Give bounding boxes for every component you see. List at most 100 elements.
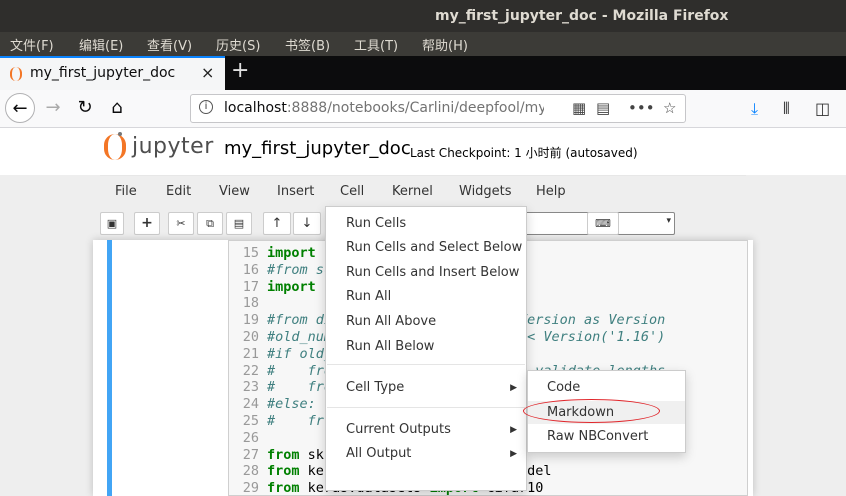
menu-item-run-all-below[interactable]: Run All Below — [346, 339, 434, 354]
nb-menu-help[interactable]: Help — [536, 184, 566, 199]
library-icon[interactable]: ⫴ — [783, 99, 790, 119]
jupyter-logo-text[interactable]: jupyter — [132, 134, 214, 159]
code-line: 21 #if old_ — [229, 346, 332, 363]
nb-menu-file[interactable]: File — [115, 184, 137, 199]
select-arrow-icon: ▾ — [666, 216, 671, 226]
sidebar-icon[interactable]: ◫ — [815, 99, 830, 118]
menu-help[interactable]: 帮助(H) — [422, 35, 468, 54]
line-number: 22 — [242, 362, 259, 379]
notebook-name[interactable]: my_first_jupyter_doc — [224, 138, 411, 159]
menu-edit[interactable]: 编辑(E) — [79, 35, 123, 54]
code-token: from — [267, 480, 300, 496]
reader-view-icon[interactable]: ▤ — [596, 99, 610, 117]
move-down-icon[interactable]: ↓ — [293, 212, 321, 235]
annotation-circle — [523, 399, 660, 423]
menu-history[interactable]: 历史(S) — [216, 35, 260, 54]
cut-icon[interactable]: ✂ — [168, 212, 194, 235]
code-line: 17 import c — [229, 279, 332, 296]
nb-menu-view[interactable]: View — [219, 184, 250, 199]
code-token: # fro — [267, 379, 333, 396]
line-number: 24 — [242, 396, 259, 413]
jupyter-header: jupyter my_first_jupyter_doc Last Checkp… — [0, 128, 846, 175]
bookmark-star-icon[interactable]: ☆ — [663, 99, 676, 117]
menu-item-cell-type[interactable]: Cell Type — [346, 380, 404, 395]
nb-menu-kernel[interactable]: Kernel — [392, 184, 433, 199]
code-line: 27 from ski — [229, 447, 332, 464]
notebook-menubar: File Edit View Insert Cell Kernel Widget… — [100, 175, 746, 207]
checkpoint-status: Last Checkpoint: 1 小时前 (autosaved) — [410, 146, 638, 160]
submenu-item-raw-nbconvert[interactable]: Raw NBConvert — [547, 429, 648, 444]
line-number: 21 — [242, 345, 259, 362]
url-text[interactable]: localhost:8888/notebooks/Carlini/deepfoo… — [224, 100, 544, 116]
menu-item-run-cells-select-below[interactable]: Run Cells and Select Below — [346, 240, 522, 255]
code-token: # fr — [267, 413, 324, 429]
line-number: 17 — [242, 278, 259, 295]
code-line: 16 #from sc — [229, 262, 332, 279]
menu-divider — [327, 364, 525, 365]
menu-view[interactable]: 查看(V) — [147, 35, 192, 54]
add-cell-icon[interactable]: + — [134, 212, 160, 235]
line-number: 18 — [242, 295, 259, 312]
submenu-arrow-icon: ▶ — [510, 425, 517, 435]
line-number: 15 — [242, 245, 259, 261]
menu-file[interactable]: 文件(F) — [10, 35, 54, 54]
paste-icon[interactable]: ▤ — [226, 212, 252, 235]
reload-icon[interactable]: ↻ — [70, 93, 100, 123]
selected-cell-indicator — [107, 240, 112, 496]
copy-icon[interactable]: ⧉ — [197, 212, 223, 235]
code-token: import — [267, 245, 316, 261]
code-token: import — [267, 278, 316, 295]
line-number: 19 — [242, 312, 259, 329]
jupyter-logo-icon[interactable] — [104, 132, 126, 160]
code-token: #from sc — [267, 261, 333, 278]
move-up-icon[interactable]: ↑ — [263, 212, 291, 235]
line-number: 29 — [242, 480, 259, 496]
keyboard-icon[interactable]: ⌨ — [587, 212, 619, 235]
menu-tools[interactable]: 工具(T) — [354, 35, 398, 54]
menu-bookmarks[interactable]: 书签(B) — [285, 35, 330, 54]
navigation-bar: ← → ↻ ⌂ i localhost:8888/notebooks/Carli… — [0, 90, 846, 128]
nb-menu-widgets[interactable]: Widgets — [459, 184, 512, 199]
tab-strip: my_first_jupyter_doc × + — [0, 56, 846, 90]
menu-item-run-all-above[interactable]: Run All Above — [346, 314, 436, 329]
menu-item-current-outputs[interactable]: Current Outputs — [346, 422, 451, 437]
code-line: 26 — [229, 430, 267, 447]
new-tab-icon[interactable]: + — [231, 58, 249, 83]
code-line: 23 # fro — [229, 379, 332, 396]
code-token: from — [267, 446, 300, 463]
close-tab-icon[interactable]: × — [201, 63, 214, 82]
cell-menu-dropdown: Run Cells Run Cells and Select Below Run… — [325, 206, 527, 491]
forward-arrow-icon[interactable]: → — [38, 93, 68, 123]
submenu-item-code[interactable]: Code — [547, 380, 580, 395]
qr-code-icon[interactable]: ▦ — [572, 99, 586, 117]
line-number: 16 — [242, 261, 259, 278]
back-arrow-icon[interactable]: ← — [5, 93, 35, 123]
submenu-arrow-icon: ▶ — [510, 383, 517, 393]
line-number: 25 — [242, 413, 259, 429]
menu-item-run-cells[interactable]: Run Cells — [346, 216, 406, 231]
save-icon[interactable]: ▣ — [100, 212, 124, 235]
line-number: 27 — [242, 446, 259, 463]
info-icon[interactable]: i — [199, 100, 213, 114]
nb-menu-insert[interactable]: Insert — [277, 184, 314, 199]
home-icon[interactable]: ⌂ — [102, 93, 132, 123]
nb-menu-cell[interactable]: Cell — [340, 184, 364, 199]
code-line: 24 #else: — [229, 396, 316, 413]
code-token: #if old_ — [267, 345, 333, 362]
code-line: 18 — [229, 295, 267, 312]
nb-menu-edit[interactable]: Edit — [166, 184, 191, 199]
page-actions-icon[interactable]: ••• — [628, 99, 655, 117]
menu-item-all-output[interactable]: All Output — [346, 446, 411, 461]
url-bar[interactable]: i localhost:8888/notebooks/Carlini/deepf… — [190, 94, 686, 123]
window-title: my_first_jupyter_doc - Mozilla Firefox — [435, 8, 729, 24]
submenu-arrow-icon: ▶ — [510, 449, 517, 459]
menu-divider — [327, 407, 525, 408]
tab-title: my_first_jupyter_doc — [30, 65, 176, 81]
menu-item-run-cells-insert-below[interactable]: Run Cells and Insert Below — [346, 265, 519, 280]
code-token: #else: — [267, 396, 316, 413]
tab-notebook[interactable]: my_first_jupyter_doc × — [0, 56, 225, 90]
download-icon[interactable]: ⤓ — [751, 99, 758, 119]
window-titlebar: my_first_jupyter_doc - Mozilla Firefox — [0, 0, 846, 32]
menu-item-run-all[interactable]: Run All — [346, 289, 391, 304]
line-number: 20 — [242, 329, 259, 345]
